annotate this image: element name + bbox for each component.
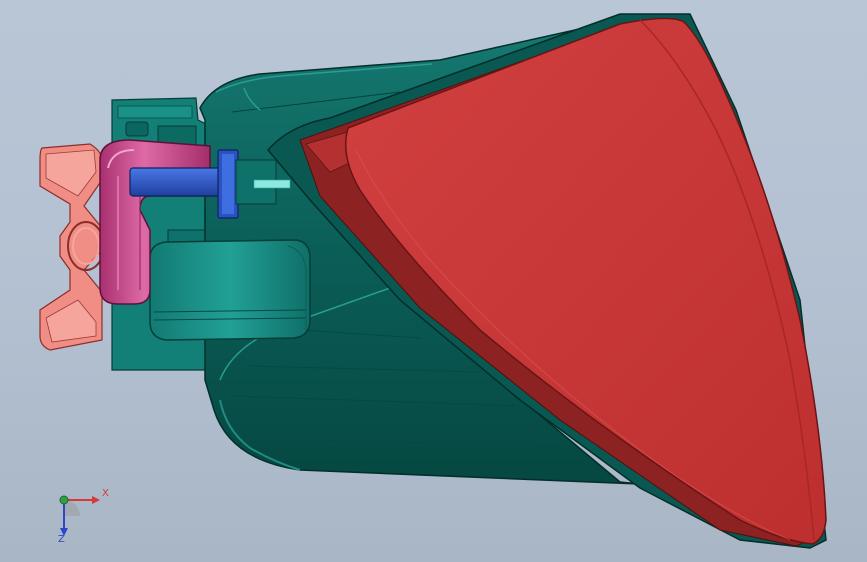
lower-module bbox=[149, 239, 311, 341]
z-axis-label: Z bbox=[58, 534, 65, 544]
x-axis-label: X bbox=[102, 488, 109, 499]
x-axis-arrow bbox=[92, 496, 100, 504]
3d-viewport[interactable]: X Z bbox=[0, 0, 867, 562]
y-axis-dot bbox=[59, 495, 69, 505]
cad-model[interactable] bbox=[0, 0, 867, 562]
bracket-clip bbox=[39, 143, 105, 351]
axis-triad: X Z bbox=[58, 488, 109, 544]
